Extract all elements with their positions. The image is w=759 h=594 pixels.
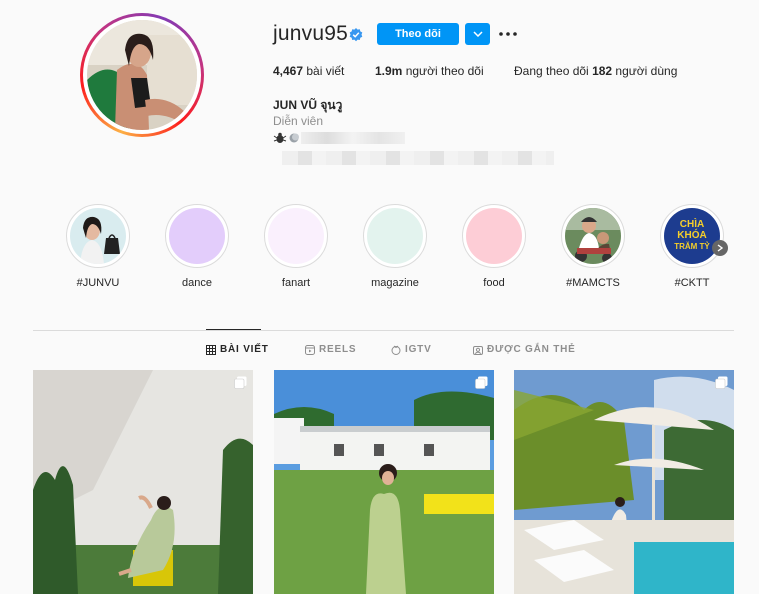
highlight-dance[interactable]: dance — [165, 204, 229, 289]
post-image — [33, 370, 253, 594]
highlight-fanart[interactable]: fanart — [264, 204, 328, 289]
highlight-cover — [169, 208, 225, 264]
highlight-label: food — [483, 277, 505, 289]
follow-button[interactable]: Theo dõi — [377, 23, 459, 45]
profile-full-name: JUN VŨ จุนวู — [273, 98, 343, 112]
post-thumbnail[interactable] — [274, 370, 494, 594]
tabs-divider — [33, 330, 734, 331]
tab-igtv[interactable]: IGTV — [391, 344, 432, 355]
highlight-magazine[interactable]: magazine — [363, 204, 427, 289]
suggested-accounts-button[interactable] — [465, 23, 490, 45]
tab-posts[interactable]: BÀI VIẾT — [206, 344, 269, 355]
more-options-button[interactable] — [498, 24, 518, 44]
highlight-mamcts[interactable]: #MAMCTS — [561, 204, 625, 289]
highlight-junvu[interactable]: #JUNVU — [66, 204, 130, 289]
svg-text:CHÌA: CHÌA — [680, 217, 704, 230]
avatar-photo — [87, 20, 197, 130]
tab-reels[interactable]: REELS — [305, 344, 356, 355]
highlight-label: dance — [182, 277, 212, 289]
highlight-label: magazine — [371, 277, 419, 289]
post-image — [274, 370, 494, 594]
svg-text:KHÓA: KHÓA — [677, 228, 706, 241]
igtv-icon — [391, 345, 401, 355]
highlight-label: #CKTT — [674, 277, 710, 289]
post-thumbnail[interactable] — [514, 370, 734, 594]
bio-line — [273, 130, 405, 146]
tab-tagged[interactable]: ĐƯỢC GẮN THẺ — [473, 344, 576, 355]
highlight-cover: CHÌA KHÓA TRĂM TỶ — [664, 208, 720, 264]
story-highlights: #JUNVU dance fanart magazine food #MAMCT… — [66, 204, 746, 294]
multiple-photos-icon — [475, 376, 488, 389]
following-stat[interactable]: Đang theo dõi 182 người dùng — [514, 64, 677, 78]
bio-blurred-link — [282, 151, 554, 165]
profile-category: Diễn viên — [273, 114, 324, 128]
svg-text:TRĂM TỶ: TRĂM TỶ — [674, 242, 710, 251]
highlight-label: #JUNVU — [76, 277, 120, 289]
highlight-cover — [367, 208, 423, 264]
reels-icon — [305, 344, 315, 355]
grid-icon — [206, 344, 216, 355]
followers-stat[interactable]: 1.9m người theo dõi — [375, 64, 514, 78]
profile-stats: 4,467 bài viết 1.9m người theo dõi Đang … — [273, 64, 677, 78]
multiple-photos-icon — [234, 376, 247, 389]
profile-avatar[interactable] — [80, 13, 204, 137]
bug-emoji-icon — [273, 132, 287, 143]
post-image — [514, 370, 734, 594]
highlight-label: fanart — [281, 277, 311, 289]
chevron-right-icon — [717, 244, 723, 252]
multiple-photos-icon — [715, 376, 728, 389]
moon-emoji-icon — [289, 133, 299, 143]
highlight-cover — [268, 208, 324, 264]
profile-username: junvu95 — [273, 22, 348, 45]
more-options-icon — [499, 32, 517, 36]
highlights-next-button[interactable] — [712, 240, 728, 256]
highlight-cover — [466, 208, 522, 264]
highlight-cover — [70, 208, 126, 264]
highlight-label: #MAMCTS — [566, 277, 620, 289]
verified-badge-icon — [349, 28, 363, 42]
highlight-food[interactable]: food — [462, 204, 526, 289]
bio-blurred-text — [301, 132, 405, 144]
highlight-cover — [565, 208, 621, 264]
posts-stat: 4,467 bài viết — [273, 64, 345, 78]
chevron-down-icon — [472, 31, 483, 37]
active-tab-indicator — [206, 329, 261, 330]
tagged-icon — [473, 345, 483, 355]
post-thumbnail[interactable] — [33, 370, 253, 594]
